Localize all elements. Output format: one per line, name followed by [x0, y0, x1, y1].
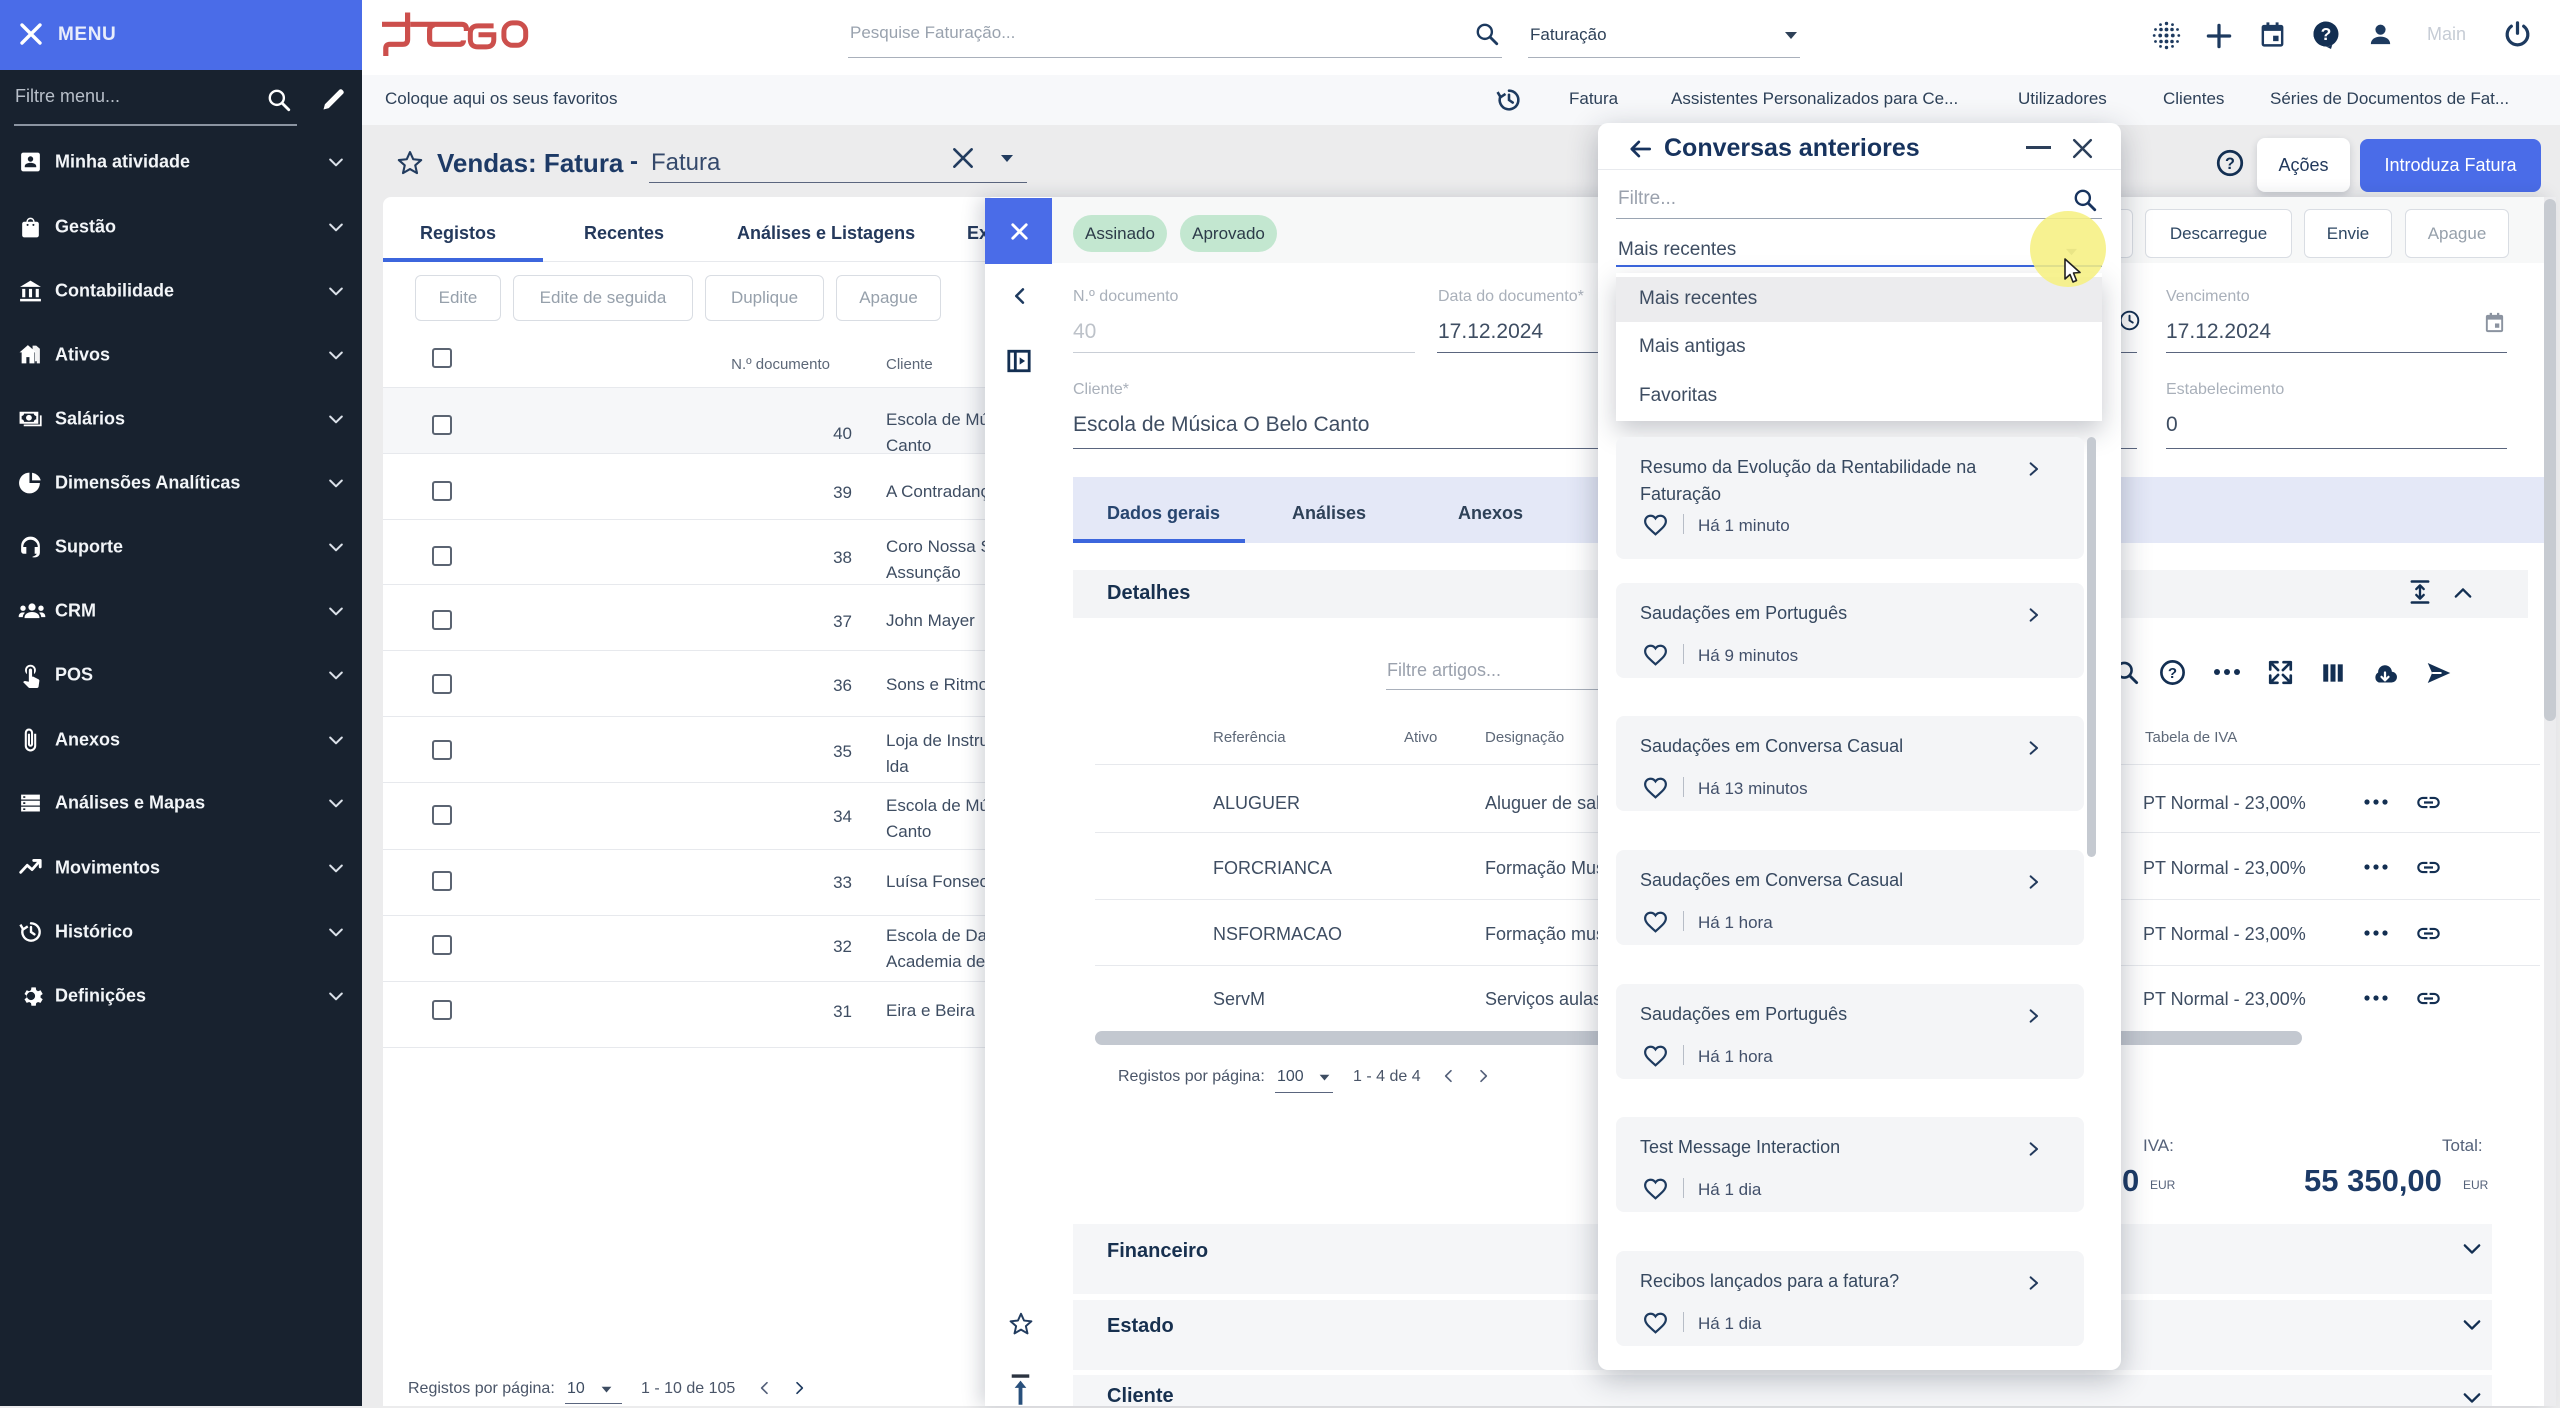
svg-text:?: ? [2225, 155, 2235, 173]
svg-text:?: ? [2168, 665, 2177, 682]
svg-text:?: ? [2321, 24, 2332, 44]
